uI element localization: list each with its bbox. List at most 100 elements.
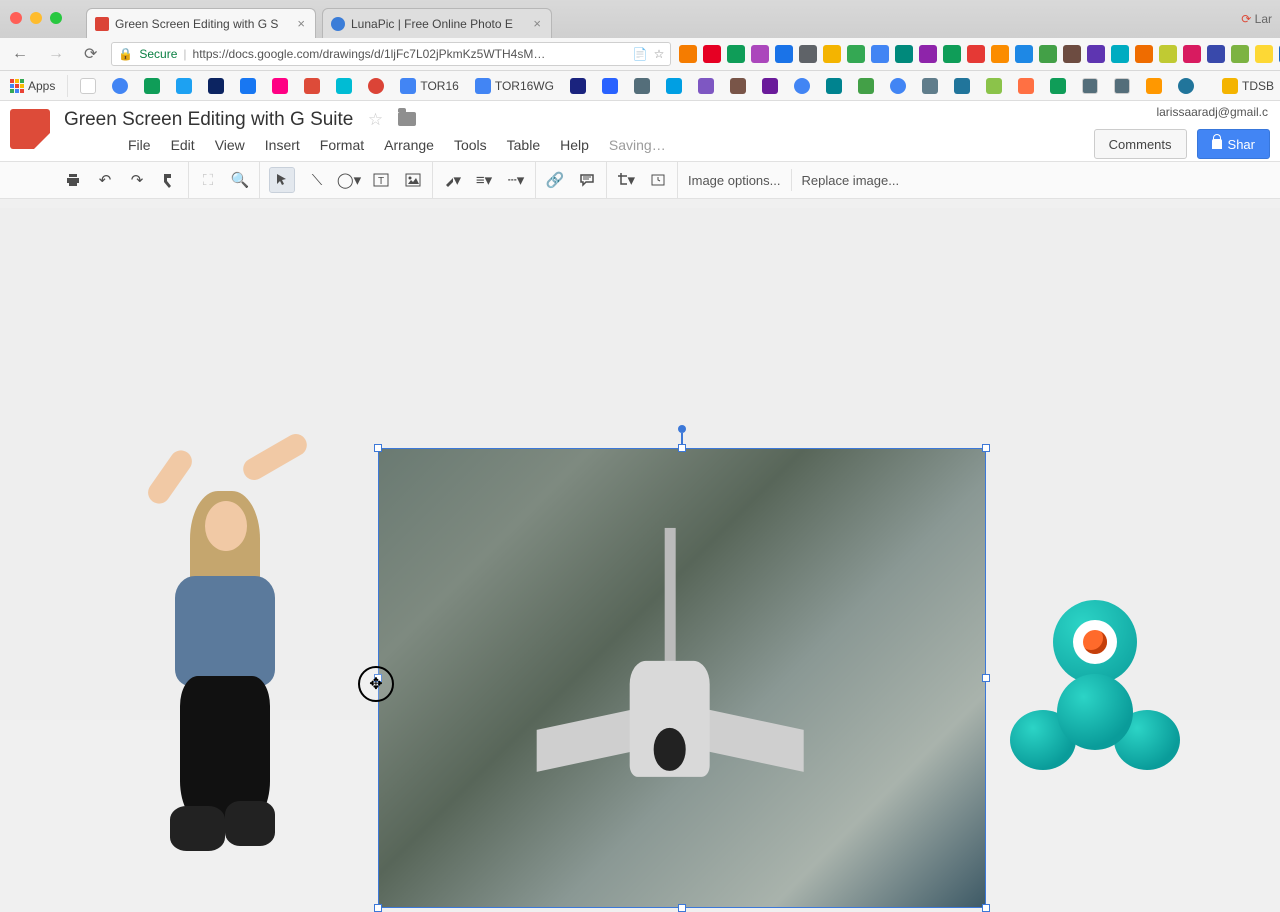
bookmark-item[interactable] (694, 76, 718, 96)
crop-icon[interactable]: ▾ (617, 171, 635, 189)
reset-image-icon[interactable] (649, 171, 667, 189)
menu-file[interactable]: File (128, 137, 151, 153)
textbox-tool-icon[interactable]: T (372, 171, 390, 189)
replace-image-button[interactable]: Replace image... (792, 173, 910, 188)
bookmark-item[interactable] (140, 76, 164, 96)
bookmark-item[interactable] (854, 76, 878, 96)
shape-tool-icon[interactable]: ◯▾ (340, 171, 358, 189)
extension-icon[interactable] (775, 45, 793, 63)
bookmark-item[interactable] (1110, 76, 1134, 96)
extension-icon[interactable] (871, 45, 889, 63)
bookmark-item[interactable] (662, 76, 686, 96)
bookmark-item[interactable] (726, 76, 750, 96)
menu-view[interactable]: View (215, 137, 245, 153)
bookmark-item[interactable] (108, 76, 132, 96)
bookmark-item[interactable] (790, 76, 814, 96)
undo-icon[interactable]: ↶ (96, 171, 114, 189)
line-color-icon[interactable]: ▾ (443, 171, 461, 189)
bookmark-item[interactable] (1174, 76, 1198, 96)
extension-icon[interactable] (1255, 45, 1273, 63)
bookmark-item[interactable]: TOR16 (396, 76, 462, 96)
comment-icon[interactable] (578, 171, 596, 189)
extension-icon[interactable] (799, 45, 817, 63)
bookmark-item[interactable] (950, 76, 974, 96)
back-button[interactable]: ← (6, 41, 34, 67)
bookmark-item[interactable] (598, 76, 622, 96)
image-tool-icon[interactable] (404, 171, 422, 189)
bookmark-item[interactable] (758, 76, 782, 96)
drawing-canvas[interactable]: ✥ (0, 208, 1280, 720)
bookmark-item[interactable] (204, 76, 228, 96)
extension-icon[interactable] (703, 45, 721, 63)
bookmark-item[interactable] (172, 76, 196, 96)
close-tab-icon[interactable]: × (531, 16, 543, 31)
rotate-handle[interactable] (678, 425, 686, 433)
share-button[interactable]: Shar (1197, 129, 1270, 159)
bookmark-item[interactable] (566, 76, 590, 96)
comments-button[interactable]: Comments (1094, 129, 1187, 159)
image-robot[interactable] (1005, 600, 1185, 770)
bookmark-item[interactable] (822, 76, 846, 96)
extension-icon[interactable] (727, 45, 745, 63)
menu-insert[interactable]: Insert (265, 137, 300, 153)
bookmark-item[interactable] (332, 76, 356, 96)
resize-handle-tr[interactable] (982, 444, 990, 452)
link-icon[interactable]: 🔗 (546, 171, 564, 189)
bookmark-item[interactable] (918, 76, 942, 96)
image-space-shuttle-selected[interactable] (378, 448, 986, 908)
print-icon[interactable] (64, 171, 82, 189)
bookmark-item[interactable] (1014, 76, 1038, 96)
image-person-cutout[interactable] (140, 446, 320, 866)
bookmark-item[interactable] (364, 76, 388, 96)
profile-indicator[interactable]: ⟳ Lar (1241, 12, 1272, 26)
bookmark-item[interactable] (886, 76, 910, 96)
line-dash-icon[interactable]: ┄▾ (507, 171, 525, 189)
extension-icon[interactable] (1231, 45, 1249, 63)
extension-icon[interactable] (919, 45, 937, 63)
extension-icon[interactable] (1135, 45, 1153, 63)
extension-icon[interactable] (991, 45, 1009, 63)
extension-icon[interactable] (895, 45, 913, 63)
move-to-folder-icon[interactable] (398, 112, 416, 126)
star-icon[interactable]: ☆ (654, 47, 665, 61)
reload-button[interactable]: ⟳ (78, 40, 103, 68)
line-tool-icon[interactable]: ⟍ (308, 171, 326, 189)
zoom-icon[interactable]: 🔍 (231, 171, 249, 189)
extension-icon[interactable] (1063, 45, 1081, 63)
menu-format[interactable]: Format (320, 137, 364, 153)
bookmark-tdsb[interactable]: TDSB (1222, 78, 1274, 94)
document-title[interactable]: Green Screen Editing with G Suite (64, 109, 353, 130)
bookmark-item[interactable] (1078, 76, 1102, 96)
bookmark-item[interactable] (1046, 76, 1070, 96)
maximize-window-button[interactable] (50, 12, 62, 24)
resize-handle-tl[interactable] (374, 444, 382, 452)
resize-handle-tm[interactable] (678, 444, 686, 452)
account-email[interactable]: larissaaradj@gmail.c (1156, 105, 1268, 119)
extension-icon[interactable] (679, 45, 697, 63)
star-icon[interactable]: ☆ (368, 110, 383, 129)
menu-tools[interactable]: Tools (454, 137, 487, 153)
menu-arrange[interactable]: Arrange (384, 137, 434, 153)
extension-icon[interactable] (823, 45, 841, 63)
resize-handle-bm[interactable] (678, 904, 686, 912)
minimize-window-button[interactable] (30, 12, 42, 24)
bookmark-item[interactable] (76, 76, 100, 96)
redo-icon[interactable]: ↷ (128, 171, 146, 189)
browser-tab-inactive[interactable]: LunaPic | Free Online Photo E × (322, 8, 552, 38)
line-weight-icon[interactable]: ≡▾ (475, 171, 493, 189)
bookmark-item[interactable]: TOR16WG (471, 76, 558, 96)
bookmark-item[interactable] (630, 76, 654, 96)
extension-icon[interactable] (1015, 45, 1033, 63)
extension-icon[interactable] (1159, 45, 1177, 63)
extension-icon[interactable] (847, 45, 865, 63)
browser-tab-active[interactable]: Green Screen Editing with G S × (86, 8, 316, 38)
bookmark-item[interactable] (268, 76, 292, 96)
menu-table[interactable]: Table (507, 137, 540, 153)
extension-icon[interactable] (1039, 45, 1057, 63)
close-tab-icon[interactable]: × (295, 16, 307, 31)
select-tool-icon[interactable] (270, 168, 294, 192)
bookmark-item[interactable] (236, 76, 260, 96)
bookmark-item[interactable] (1142, 76, 1166, 96)
bookmark-item[interactable] (300, 76, 324, 96)
extension-icon[interactable] (751, 45, 769, 63)
